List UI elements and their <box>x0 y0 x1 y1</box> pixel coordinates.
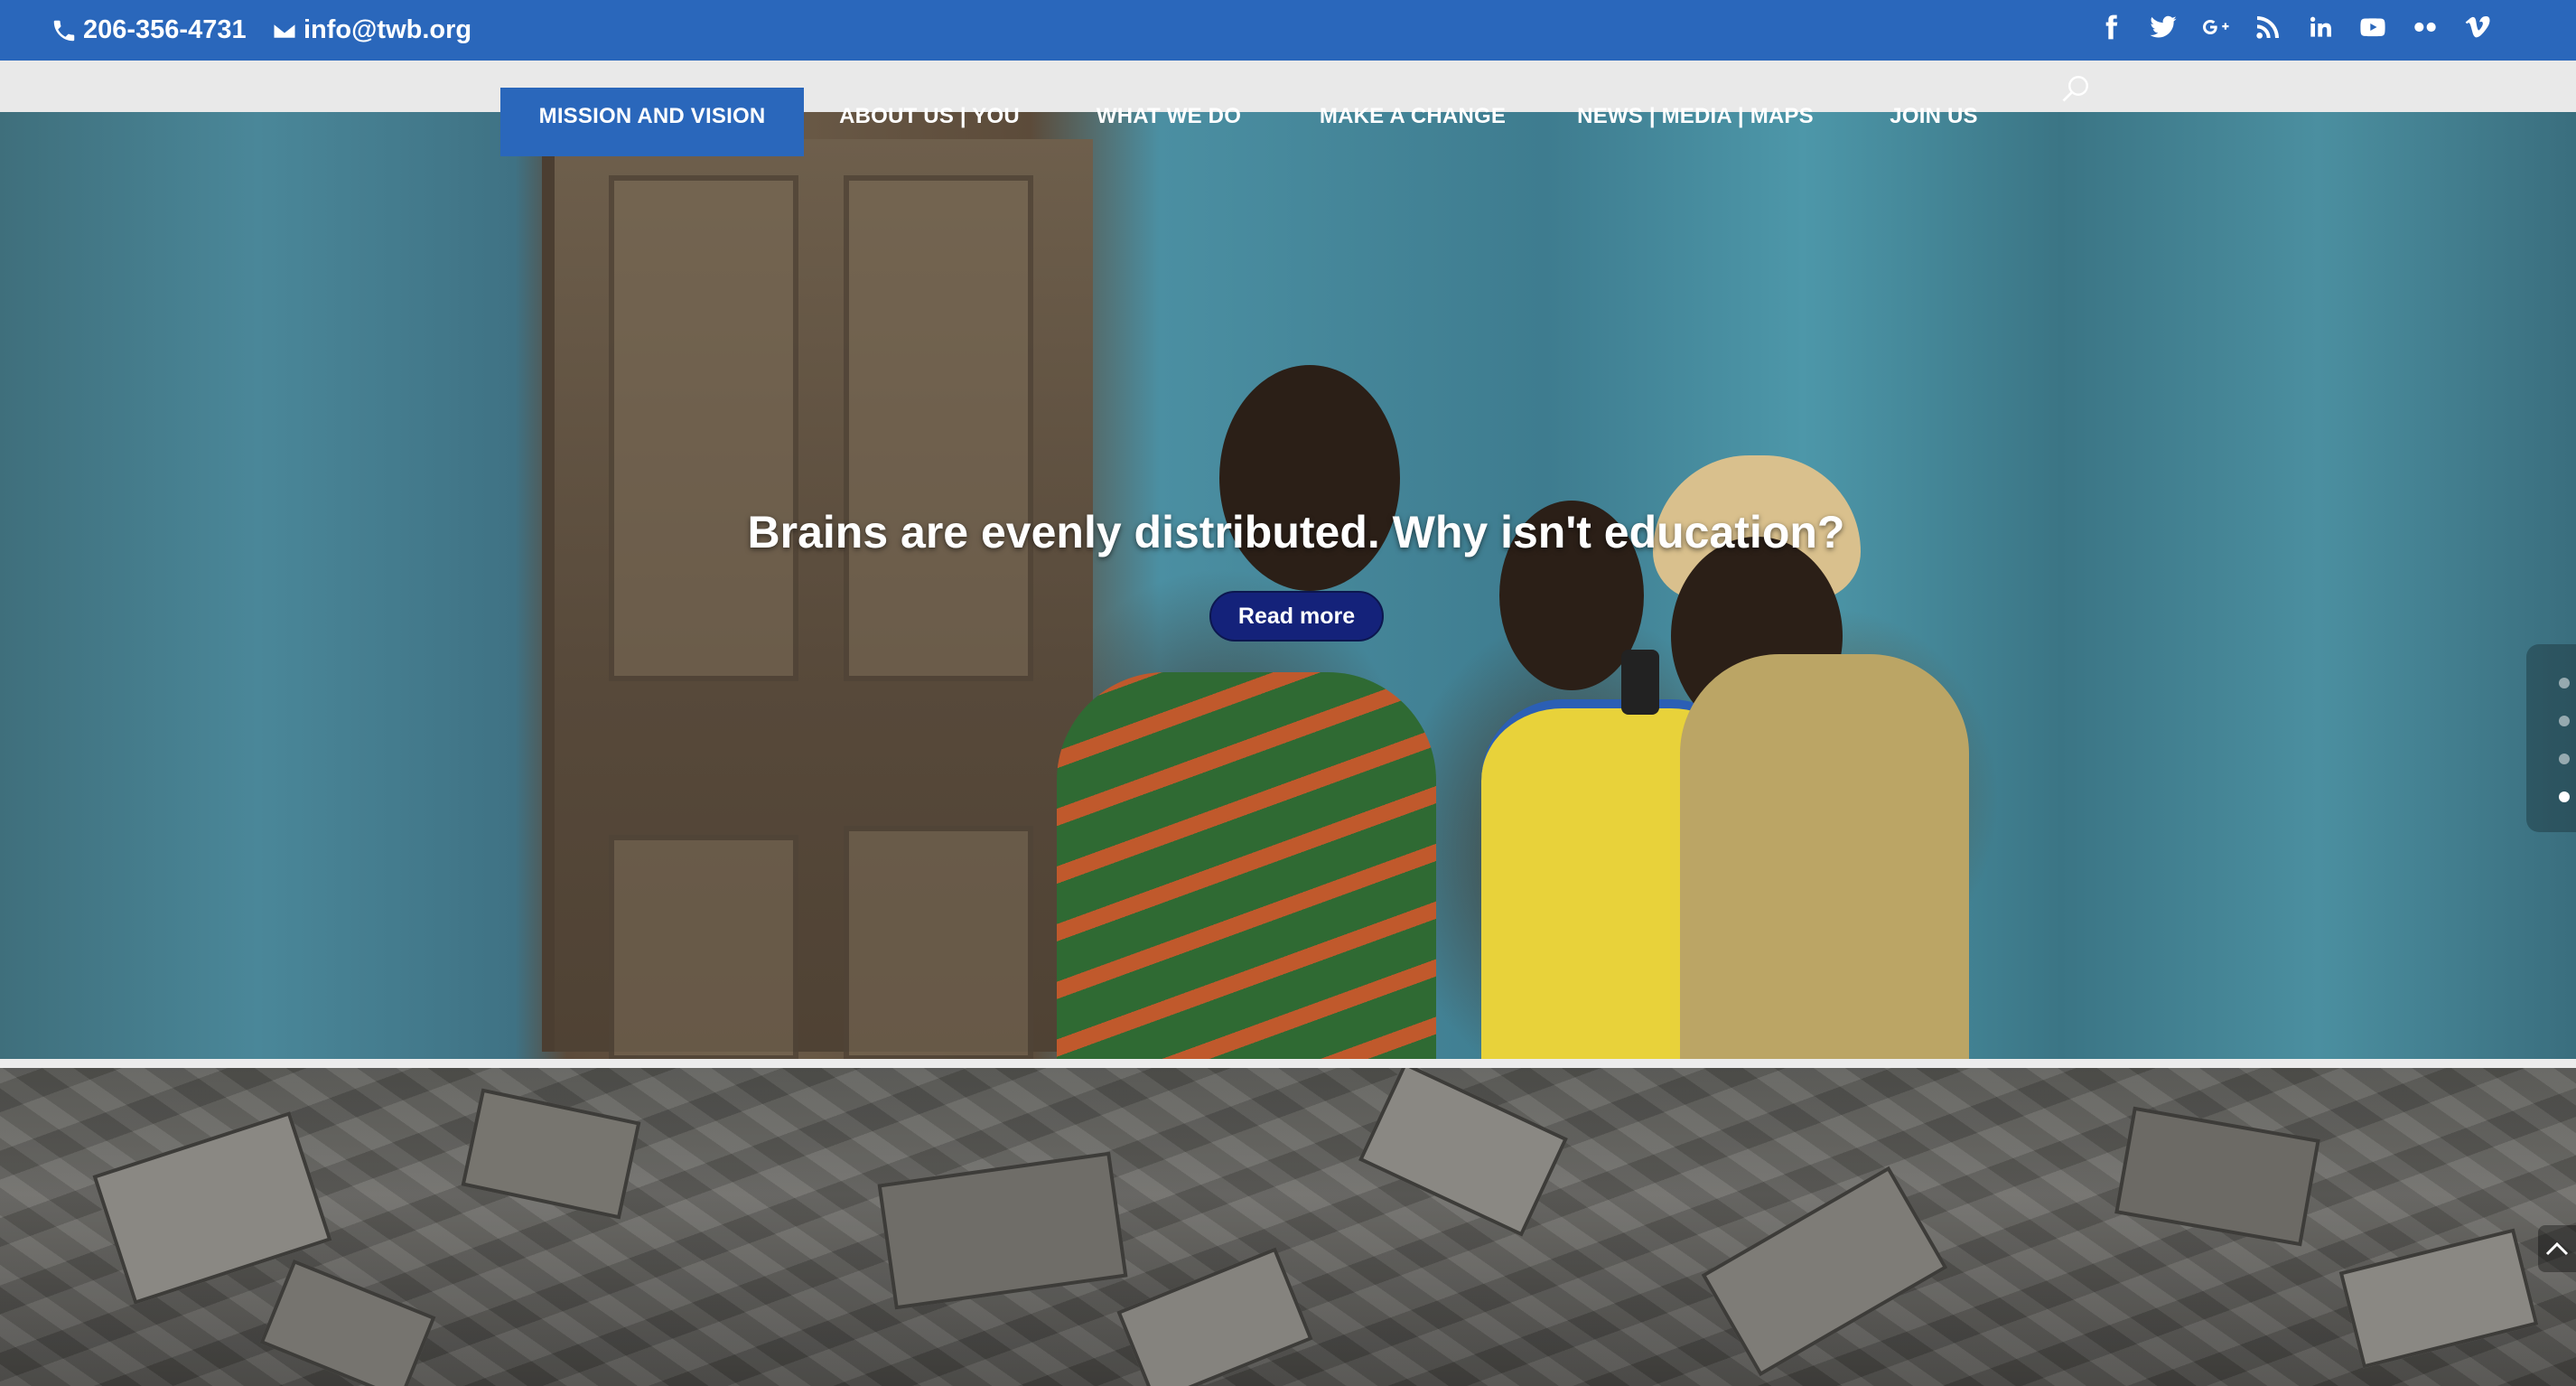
hero-image-person <box>1057 672 1436 1059</box>
slider-dot[interactable] <box>2559 754 2570 764</box>
google-plus-icon[interactable] <box>2189 0 2242 54</box>
phone-device-image <box>1621 650 1659 715</box>
nav-item-label: NEWS | MEDIA | MAPS <box>1577 104 1814 128</box>
nav-item-label: MAKE A CHANGE <box>1319 104 1507 128</box>
nav-item-news-media-maps[interactable]: NEWS | MEDIA | MAPS <box>1575 88 1815 156</box>
phone-icon <box>53 20 75 41</box>
nav-item-make-a-change[interactable]: MAKE A CHANGE <box>1315 88 1510 156</box>
nav-item-label: MISSION AND VISION <box>538 104 766 128</box>
search-icon[interactable] <box>2059 72 2092 105</box>
nav-item-label: WHAT WE DO <box>1096 104 1242 128</box>
slider-pagination <box>2526 644 2576 832</box>
hero-image-person <box>1680 654 1969 1059</box>
section-divider <box>0 1059 2576 1068</box>
email-address: info@twb.org <box>303 15 472 44</box>
nav-item-mission-and-vision[interactable]: MISSION AND VISION <box>500 88 804 156</box>
nav-item-join-us[interactable]: JOIN US <box>1884 88 1983 156</box>
youtube-icon[interactable] <box>2347 0 2399 54</box>
hero-image-door <box>542 139 1093 1059</box>
rubble-background-image <box>0 1068 2576 1386</box>
slider-dot-active[interactable] <box>2559 791 2570 802</box>
hero-title: Brains are evenly distributed. Why isn't… <box>747 507 1845 557</box>
chevron-up-icon <box>2545 1241 2569 1256</box>
email-contact[interactable]: info@twb.org <box>271 0 471 61</box>
read-more-button[interactable]: Read more <box>1209 591 1384 641</box>
rss-icon[interactable] <box>2242 0 2294 54</box>
vimeo-icon[interactable] <box>2451 0 2504 54</box>
facebook-icon[interactable] <box>2085 0 2137 54</box>
linkedin-icon[interactable] <box>2294 0 2347 54</box>
back-to-top-button[interactable] <box>2538 1225 2576 1272</box>
nav-item-what-we-do[interactable]: WHAT WE DO <box>1087 88 1250 156</box>
nav-item-about-us-you[interactable]: ABOUT US | YOU <box>835 88 1024 156</box>
social-links <box>2085 0 2504 54</box>
slider-dot[interactable] <box>2559 716 2570 726</box>
flickr-icon[interactable] <box>2399 0 2451 54</box>
phone-number: 206-356-4731 <box>83 15 247 44</box>
hero-slider <box>0 112 2576 1059</box>
main-navigation <box>0 61 2576 112</box>
nav-item-label: JOIN US <box>1890 104 1978 128</box>
phone-contact[interactable]: 206-356-4731 <box>51 0 247 61</box>
top-bar: 206-356-4731 info@twb.org <box>0 0 2576 61</box>
envelope-icon <box>272 21 297 40</box>
slider-dot[interactable] <box>2559 678 2570 688</box>
nav-item-label: ABOUT US | YOU <box>839 104 1020 128</box>
twitter-icon[interactable] <box>2137 0 2189 54</box>
